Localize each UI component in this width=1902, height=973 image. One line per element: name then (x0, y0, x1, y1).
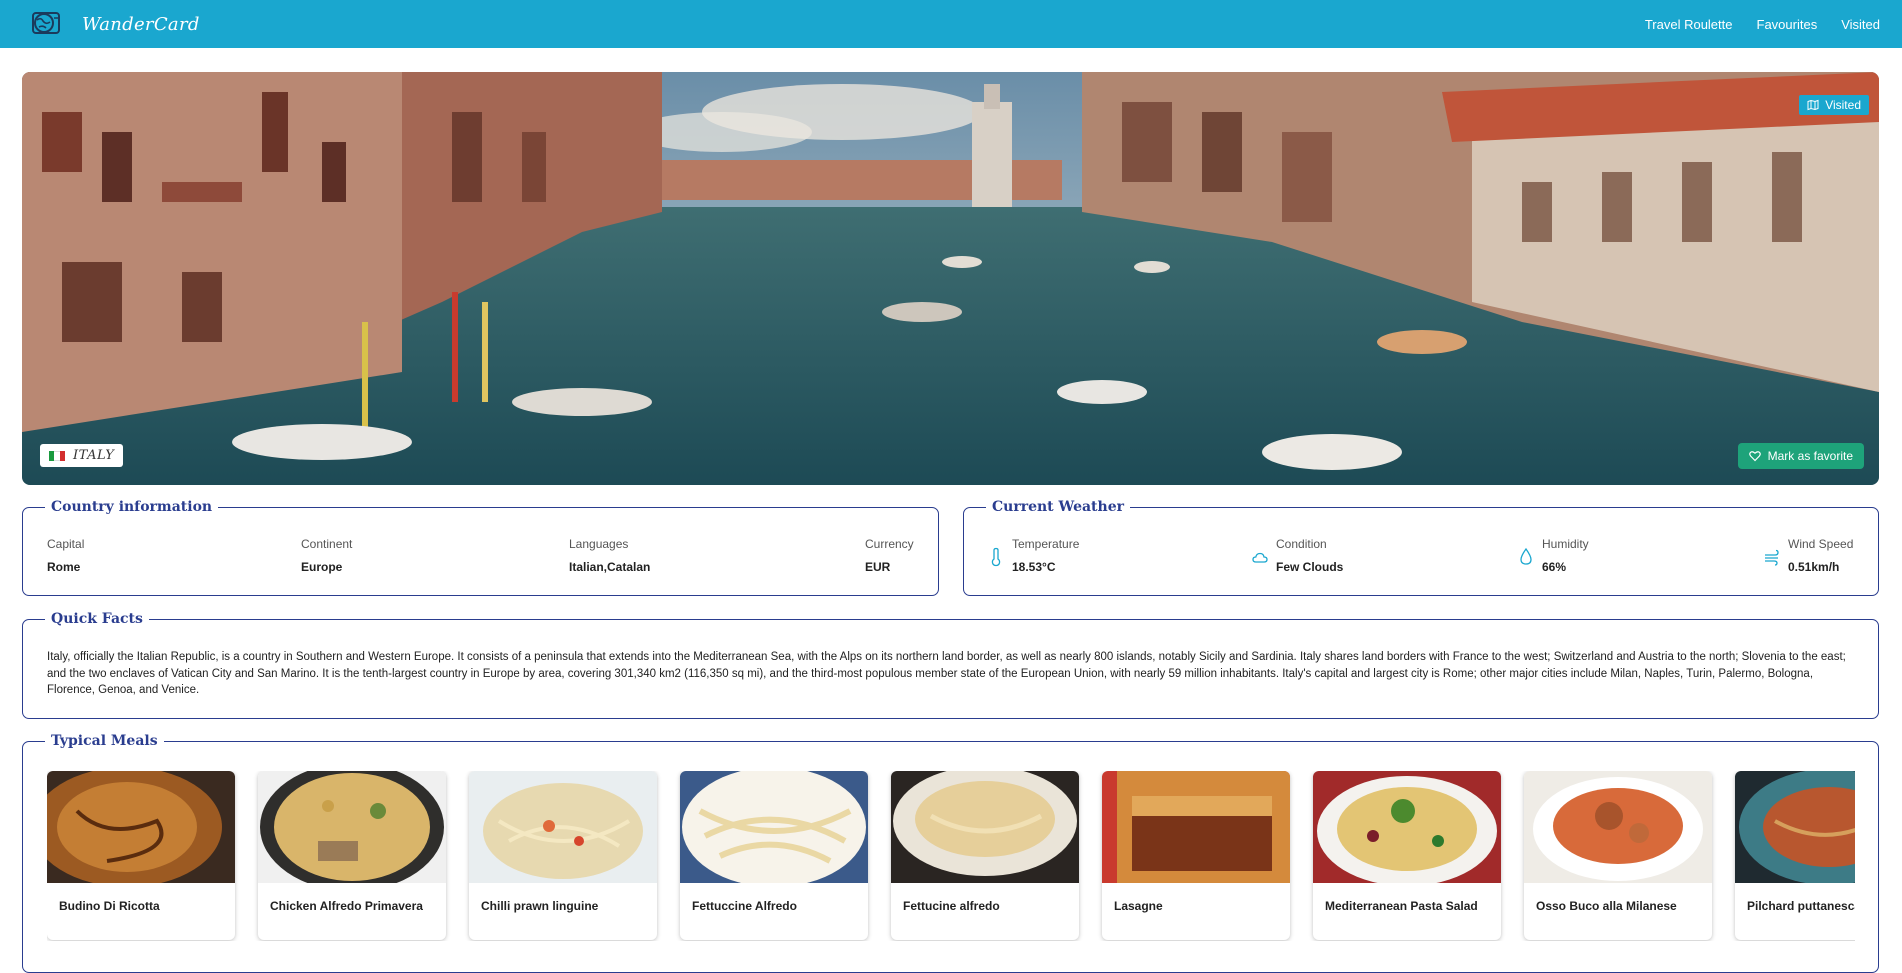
meal-name: Osso Buco alla Milanese (1536, 899, 1677, 913)
capital-label: Capital (47, 537, 85, 551)
current-weather-title: Current Weather (992, 499, 1124, 515)
meal-name: Mediterranean Pasta Salad (1325, 899, 1478, 913)
droplet-icon (1520, 547, 1532, 565)
quick-facts-text: Italy, officially the Italian Republic, … (47, 651, 1846, 696)
typical-meals-panel: Typical Meals Budino Di Ricotta Chicken … (22, 733, 1879, 973)
hero-banner: Visited ITALY Mark as favorite (22, 72, 1879, 485)
temperature-label: Temperature (1012, 537, 1080, 551)
languages-label: Languages (569, 537, 629, 551)
meal-name: Chilli prawn linguine (481, 899, 599, 913)
currency-label: Currency (865, 537, 914, 551)
meal-image (258, 771, 446, 883)
humidity-field: Humidity 66% (1518, 537, 1589, 574)
meal-image (1735, 771, 1855, 883)
mark-as-favorite-button[interactable]: Mark as favorite (1737, 443, 1864, 469)
languages-field: Languages Italian,Catalan (569, 537, 650, 574)
meal-card[interactable]: Chilli prawn linguine (469, 771, 657, 940)
meal-card[interactable]: Chicken Alfredo Primavera (258, 771, 446, 940)
wind-speed-field: Wind Speed 0.51km/h (1764, 537, 1853, 574)
languages-value: Italian,Catalan (569, 560, 651, 574)
navbar: WanderCard Travel Roulette Favourites Vi… (0, 0, 1902, 48)
cloud-icon (1252, 552, 1268, 563)
currency-value: EUR (865, 560, 891, 574)
visited-badge-label: Visited (1825, 98, 1861, 112)
temperature-value: 18.53°C (1012, 560, 1056, 574)
meal-card[interactable]: Budino Di Ricotta (47, 771, 235, 940)
visited-badge: Visited (1799, 95, 1869, 115)
wind-speed-label: Wind Speed (1788, 537, 1854, 551)
continent-value: Europe (301, 560, 343, 574)
typical-meals-title: Typical Meals (51, 733, 158, 749)
meal-card[interactable]: Fettucine alfredo (891, 771, 1079, 940)
nav-link-travel-roulette[interactable]: Travel Roulette (1645, 17, 1733, 32)
meal-name: Fettuccine Alfredo (692, 899, 797, 913)
app-name: WanderCard (82, 13, 200, 35)
meal-image (891, 771, 1079, 883)
meal-name: Budino Di Ricotta (59, 899, 160, 913)
nav-link-visited[interactable]: Visited (1841, 17, 1880, 32)
meal-name: Pilchard puttanesca (1747, 899, 1855, 913)
wind-icon (1765, 549, 1779, 566)
nav-link-favourites[interactable]: Favourites (1757, 17, 1818, 32)
thermometer-icon (991, 547, 1001, 567)
meal-image (1524, 771, 1712, 883)
continent-label: Continent (301, 537, 353, 551)
country-name: ITALY (73, 448, 115, 463)
capital-field: Capital Rome (47, 537, 84, 574)
meal-image (1102, 771, 1290, 883)
meal-image (469, 771, 657, 883)
humidity-label: Humidity (1542, 537, 1589, 551)
wind-speed-value: 0.51km/h (1788, 560, 1840, 574)
mark-as-favorite-label: Mark as favorite (1767, 449, 1853, 463)
italy-flag-icon (49, 450, 65, 461)
humidity-value: 66% (1542, 560, 1567, 574)
meal-card[interactable]: Pilchard puttanesca (1735, 771, 1855, 940)
meal-card[interactable]: Osso Buco alla Milanese (1524, 771, 1712, 940)
meal-card[interactable]: Fettuccine Alfredo (680, 771, 868, 940)
country-badge: ITALY (40, 444, 124, 467)
country-information-panel: Country information Capital Rome Contine… (22, 499, 939, 596)
quick-facts-title: Quick Facts (51, 611, 143, 627)
heart-icon (1748, 451, 1761, 462)
meal-name: Chicken Alfredo Primavera (270, 899, 423, 913)
condition-label: Condition (1276, 537, 1327, 551)
meal-card[interactable]: Mediterranean Pasta Salad (1313, 771, 1501, 940)
meals-carousel[interactable]: Budino Di Ricotta Chicken Alfredo Primav… (47, 771, 1855, 941)
map-icon (1807, 99, 1819, 111)
country-information-title: Country information (51, 499, 213, 515)
meal-image (47, 771, 235, 883)
globe-card-icon (32, 12, 60, 34)
meal-card[interactable]: Lasagne (1102, 771, 1290, 940)
meal-image (680, 771, 868, 883)
meal-name: Lasagne (1114, 899, 1163, 913)
meal-name: Fettucine alfredo (903, 899, 1000, 913)
continent-field: Continent Europe (301, 537, 352, 574)
meal-image (1313, 771, 1501, 883)
condition-value: Few Clouds (1276, 560, 1344, 574)
brand[interactable]: WanderCard (30, 7, 200, 41)
nav-links: Travel Roulette Favourites Visited (1645, 17, 1880, 32)
condition-field: Condition Few Clouds (1252, 537, 1343, 574)
current-weather-panel: Current Weather Temperature 18.53°C Cond… (963, 499, 1879, 596)
temperature-field: Temperature 18.53°C (988, 537, 1079, 574)
capital-value: Rome (47, 560, 81, 574)
quick-facts-panel: Quick Facts Italy, officially the Italia… (22, 611, 1879, 719)
currency-field: Currency EUR (865, 537, 914, 574)
hero-image-venice (22, 72, 1879, 485)
